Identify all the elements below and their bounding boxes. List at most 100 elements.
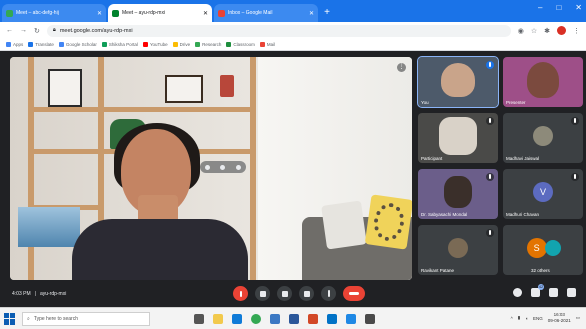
gmail-favicon-icon bbox=[218, 9, 225, 17]
task-view-icon[interactable] bbox=[194, 313, 204, 324]
menu-icon[interactable]: ⋮ bbox=[573, 27, 580, 35]
participant-tile[interactable]: Madhavi Jaiswal bbox=[503, 113, 583, 163]
participant-name: Dr. Sabyasachi Mondal bbox=[421, 212, 468, 217]
bookmark-item[interactable]: Apps bbox=[6, 42, 23, 47]
white-cushion bbox=[321, 200, 367, 250]
bookmark-item[interactable]: Classroom bbox=[226, 42, 255, 47]
main-speaker-tile[interactable]: ⋮ bbox=[10, 57, 412, 280]
participant-tile[interactable]: Ravikant Patane bbox=[418, 225, 498, 275]
meet-favicon-icon bbox=[6, 9, 13, 17]
address-bar[interactable]: 🔒︎ meet.google.com/ayu-rdp-mxi bbox=[46, 24, 511, 37]
taskbar-search[interactable]: ⌕ Type here to search bbox=[22, 311, 150, 326]
participant-tile[interactable]: Dr. Sabyasachi Mondal bbox=[418, 169, 498, 219]
forward-icon[interactable]: → bbox=[20, 27, 27, 34]
close-window-button[interactable]: ✕ bbox=[575, 3, 582, 12]
mic-off-icon bbox=[571, 173, 579, 181]
bookmark-item[interactable]: Google Scholar bbox=[58, 42, 97, 47]
close-tab-icon[interactable]: ✕ bbox=[97, 10, 102, 17]
taskbar-apps bbox=[194, 313, 375, 324]
tile-options-button[interactable]: ⋮ bbox=[397, 63, 406, 72]
tab-title: Meet – ayu-rdp-mxi bbox=[122, 10, 166, 16]
browser-tab-2[interactable]: Meet – ayu-rdp-mxi ✕ bbox=[108, 4, 212, 22]
bookmark-star-icon[interactable]: ☆ bbox=[531, 27, 537, 35]
bookmark-item[interactable]: Shiksha Portal bbox=[101, 42, 138, 47]
meet-stage: ⋮ You Presenter Participant Madhavi Jais… bbox=[0, 51, 586, 307]
word-icon[interactable] bbox=[289, 313, 299, 324]
windows-start-icon[interactable] bbox=[4, 312, 16, 325]
wall-picture bbox=[48, 69, 82, 107]
new-tab-button[interactable]: + bbox=[320, 4, 334, 22]
bookmark-item[interactable]: Research bbox=[195, 42, 221, 47]
participant-name: Ravikant Patane bbox=[421, 268, 455, 273]
language-indicator[interactable]: ENG bbox=[533, 316, 543, 321]
apps-grid-icon bbox=[6, 42, 11, 47]
speaker-body bbox=[72, 219, 248, 280]
more-icon[interactable] bbox=[235, 164, 241, 170]
activities-icon[interactable] bbox=[567, 288, 576, 297]
windows-taskbar: ⌕ Type here to search ^ ▮ ◖ ENG 16:03 09… bbox=[0, 307, 586, 329]
mute-icon[interactable] bbox=[220, 164, 226, 170]
participant-video bbox=[441, 62, 475, 97]
browser-tab-1[interactable]: Meet – abc-defg-hij ✕ bbox=[2, 4, 106, 22]
reload-icon[interactable]: ↻ bbox=[34, 27, 40, 35]
minimize-button[interactable]: – bbox=[538, 3, 542, 12]
camera-toggle-button[interactable] bbox=[255, 286, 270, 301]
others-tile[interactable]: S 32 others bbox=[503, 225, 583, 275]
participant-tile[interactable]: V Madhuri Chavan bbox=[503, 169, 583, 219]
side-panel-controls: 42 bbox=[513, 284, 576, 297]
participant-tile[interactable]: You bbox=[417, 56, 499, 108]
clock[interactable]: 16:03 09-06-2021 bbox=[548, 312, 571, 324]
tile-hover-controls[interactable] bbox=[200, 161, 246, 173]
participant-count-badge: 42 bbox=[538, 284, 544, 290]
drive-icon bbox=[172, 42, 178, 47]
info-icon[interactable] bbox=[513, 288, 522, 297]
participant-avatar bbox=[544, 239, 561, 256]
meeting-details: 4:03 PM | ayu-rdp-mxi bbox=[12, 291, 212, 297]
present-button[interactable] bbox=[299, 286, 314, 301]
leave-call-button[interactable] bbox=[343, 286, 365, 301]
chevron-up-icon[interactable]: ^ bbox=[511, 316, 513, 321]
yellow-cushion bbox=[364, 194, 412, 250]
network-icon[interactable]: ▮ bbox=[518, 315, 520, 321]
captions-button[interactable] bbox=[277, 286, 292, 301]
close-tab-icon[interactable]: ✕ bbox=[309, 10, 314, 17]
more-options-button[interactable] bbox=[321, 286, 336, 301]
mail-icon[interactable] bbox=[327, 313, 337, 324]
edge-icon[interactable] bbox=[232, 313, 242, 324]
powerpoint-icon[interactable] bbox=[308, 313, 318, 324]
settings-icon[interactable] bbox=[365, 313, 375, 324]
browser-toolbar: ← → ↻ 🔒︎ meet.google.com/ayu-rdp-mxi ◉ ☆… bbox=[0, 22, 586, 39]
mic-off-icon bbox=[486, 229, 494, 237]
pin-icon[interactable] bbox=[205, 164, 211, 170]
back-icon[interactable]: ← bbox=[6, 27, 13, 34]
browser-tab-3[interactable]: Inbox – Google Mail ✕ bbox=[214, 4, 318, 22]
clock-date: 09-06-2021 bbox=[547, 318, 571, 323]
mic-toggle-button[interactable] bbox=[233, 286, 248, 301]
participant-tile[interactable]: Participant bbox=[418, 113, 498, 163]
chat-icon[interactable] bbox=[549, 288, 558, 297]
people-icon[interactable]: 42 bbox=[531, 284, 544, 297]
translate-icon bbox=[28, 42, 34, 47]
mic-off-icon bbox=[239, 290, 242, 297]
maximize-button[interactable]: □ bbox=[556, 3, 561, 12]
extensions-icon[interactable]: ✱ bbox=[544, 27, 550, 35]
bookmark-item[interactable]: Translate bbox=[28, 42, 54, 47]
participant-tile[interactable]: Presenter bbox=[503, 57, 583, 107]
volume-icon[interactable]: ◖ bbox=[525, 316, 528, 321]
file-explorer-icon[interactable] bbox=[213, 313, 223, 324]
bookmark-item[interactable]: Drive bbox=[172, 42, 190, 47]
chrome-icon[interactable] bbox=[251, 313, 261, 324]
store-icon[interactable] bbox=[270, 313, 280, 324]
more-vert-icon bbox=[327, 290, 330, 297]
close-tab-icon[interactable]: ✕ bbox=[203, 10, 208, 17]
bookmark-item[interactable]: YouTube bbox=[142, 42, 168, 47]
camera-icon[interactable]: ◉ bbox=[518, 27, 524, 35]
notifications-icon[interactable]: ▭ bbox=[576, 315, 580, 321]
call-controls bbox=[233, 286, 365, 301]
bookmark-item[interactable]: Mail bbox=[259, 42, 275, 47]
tab-title: Inbox – Google Mail bbox=[228, 10, 273, 16]
profile-avatar[interactable] bbox=[557, 26, 566, 35]
photos-icon[interactable] bbox=[346, 313, 356, 324]
search-placeholder: Type here to search bbox=[33, 315, 79, 322]
meet-bottom-bar: 4:03 PM | ayu-rdp-mxi 42 bbox=[0, 280, 586, 307]
